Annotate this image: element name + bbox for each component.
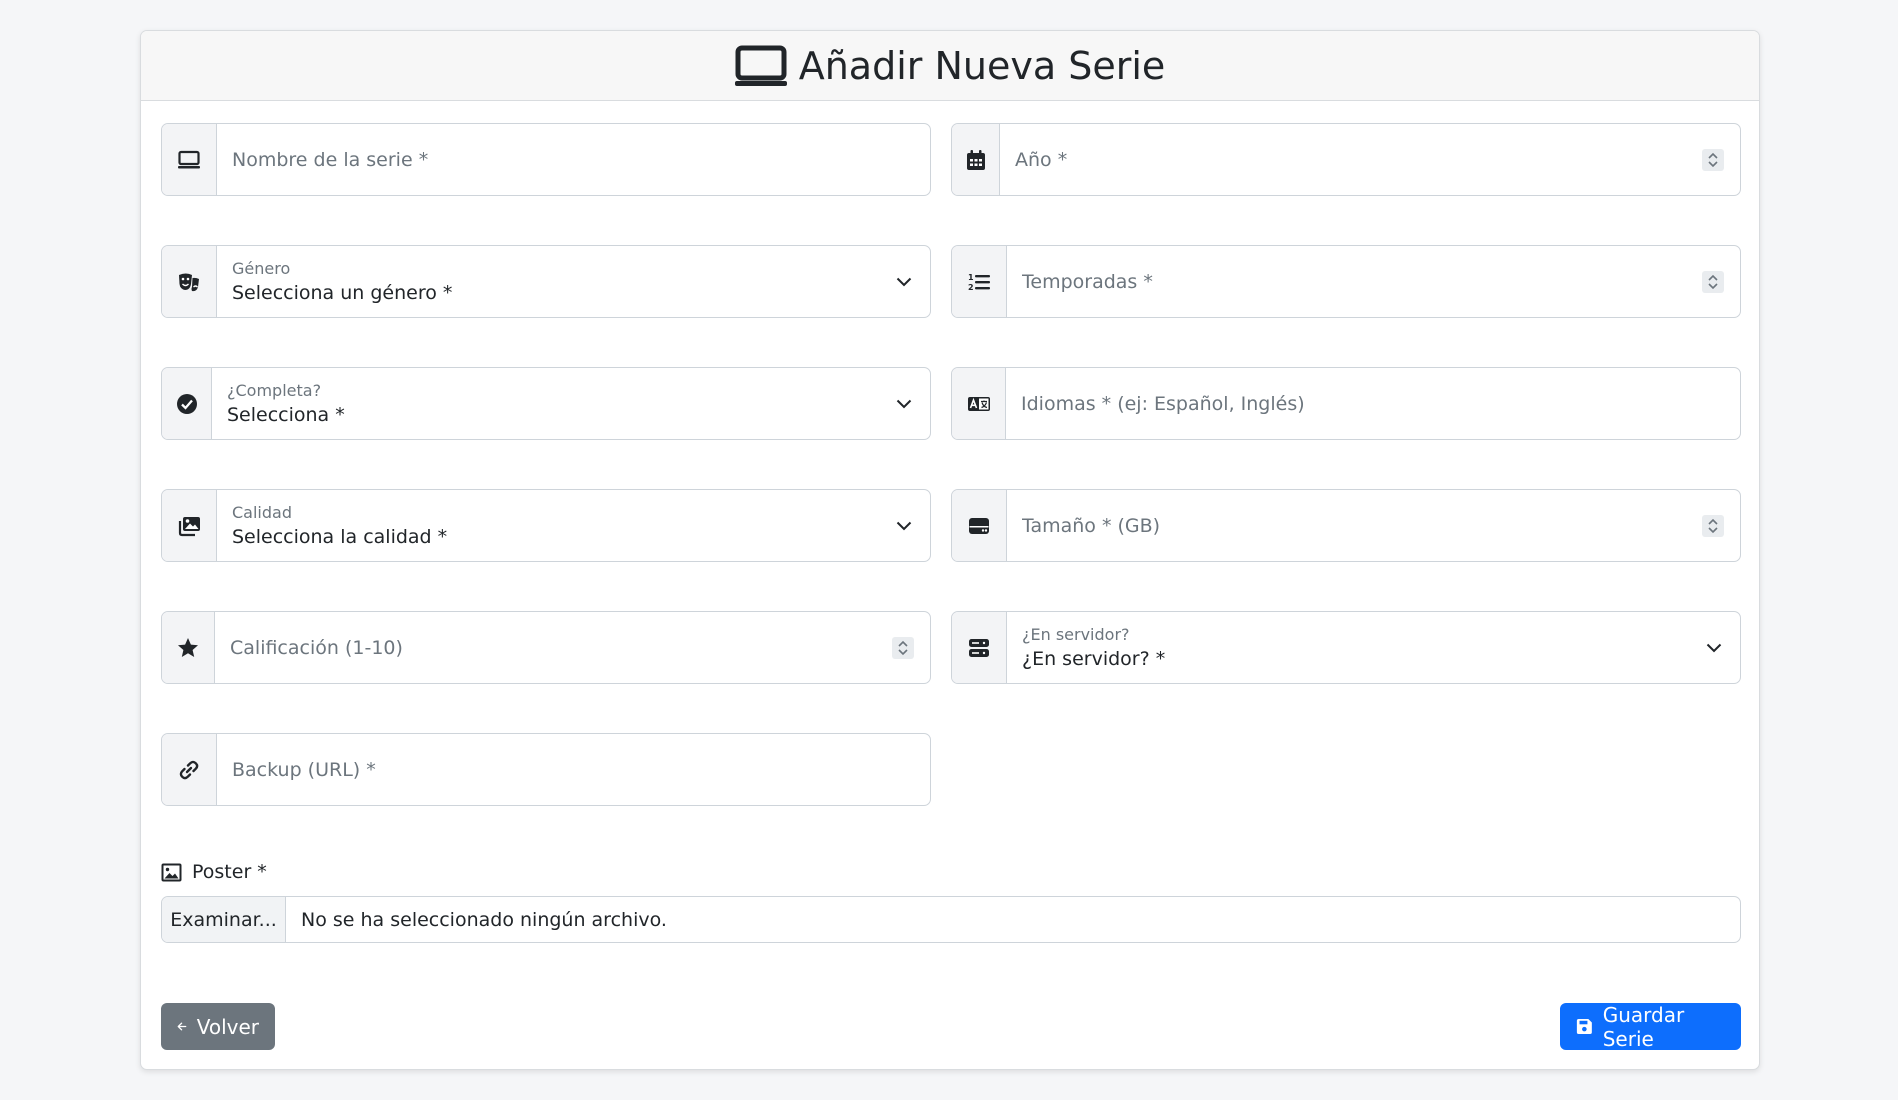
calendar-icon [966, 149, 985, 170]
save-button-label: Guardar Serie [1602, 1002, 1685, 1051]
completa-field[interactable]: ¿Completa? Selecciona * [161, 367, 931, 440]
stepper-arrows-icon [1708, 274, 1718, 289]
quality-select[interactable]: Selecciona la calidad * [232, 526, 447, 548]
year-stepper[interactable] [1702, 148, 1724, 171]
nombre-field [161, 123, 931, 196]
list-ol-icon: 1 2 [968, 273, 990, 292]
poster-file-input[interactable]: Examinar... No se ha seleccionado ningún… [161, 896, 1741, 943]
complete-select[interactable]: Selecciona * [227, 404, 345, 426]
genre-select[interactable]: Selecciona un género * [232, 282, 452, 304]
calificacion-field [161, 611, 931, 684]
card-header: Añadir Nueva Serie [141, 31, 1759, 101]
poster-label: Poster * [161, 861, 267, 883]
chevron-down-icon [1706, 643, 1722, 652]
server-label: ¿En servidor? [1022, 625, 1130, 644]
browse-button[interactable]: Examinar... [162, 897, 286, 942]
genre-label: Género [232, 259, 291, 278]
size-input[interactable] [1022, 490, 1740, 561]
svg-text:1: 1 [968, 273, 974, 282]
calidad-field[interactable]: Calidad Selecciona la calidad * [161, 489, 931, 562]
chevron-down-icon [896, 521, 912, 530]
image-icon [161, 863, 182, 881]
year-input[interactable] [1015, 124, 1740, 195]
tamano-field [951, 489, 1741, 562]
check-circle-icon [176, 393, 197, 414]
idiomas-field [951, 367, 1741, 440]
chevron-down-icon [896, 399, 912, 408]
rating-stepper[interactable] [892, 636, 914, 659]
back-button-label: Volver [196, 1014, 259, 1039]
genero-field[interactable]: Género Selecciona un género * [161, 245, 931, 318]
tv-icon [734, 45, 787, 86]
tv-icon [178, 150, 200, 168]
size-stepper[interactable] [1702, 514, 1724, 537]
stepper-arrows-icon [1708, 152, 1718, 167]
link-icon [179, 760, 199, 779]
save-series-button[interactable]: Guardar Serie [1560, 1002, 1741, 1051]
rating-input[interactable] [230, 612, 930, 683]
arrow-left-icon [177, 1022, 187, 1031]
server-select[interactable]: ¿En servidor? * [1022, 648, 1165, 670]
language-icon [967, 396, 990, 411]
poster-label-text: Poster * [192, 861, 267, 883]
stepper-arrows-icon [898, 640, 908, 655]
seasons-stepper[interactable] [1702, 270, 1724, 293]
back-button[interactable]: Volver [161, 1003, 275, 1050]
seasons-input[interactable] [1022, 246, 1740, 317]
complete-label: ¿Completa? [227, 381, 322, 400]
images-icon [178, 516, 200, 536]
floppy-disk-icon [1576, 1019, 1592, 1034]
star-icon [178, 637, 198, 657]
svg-text:2: 2 [968, 283, 974, 292]
server-icon [969, 638, 989, 657]
servidor-field[interactable]: ¿En servidor? ¿En servidor? * [951, 611, 1741, 684]
theater-masks-icon [179, 273, 199, 291]
series-name-input[interactable] [232, 124, 930, 195]
quality-label: Calidad [232, 503, 292, 522]
temporadas-field: 1 2 [951, 245, 1741, 318]
hdd-icon [969, 517, 989, 534]
file-status: No se ha seleccionado ningún archivo. [301, 908, 667, 931]
languages-input[interactable] [1021, 368, 1740, 439]
backup-url-input[interactable] [232, 734, 930, 805]
add-series-card: Añadir Nueva Serie Nombre de la serie * … [140, 30, 1760, 1070]
anio-field [951, 123, 1741, 196]
backup-field [161, 733, 931, 806]
page-title: Añadir Nueva Serie [798, 43, 1166, 88]
chevron-down-icon [896, 277, 912, 286]
stepper-arrows-icon [1708, 518, 1718, 533]
